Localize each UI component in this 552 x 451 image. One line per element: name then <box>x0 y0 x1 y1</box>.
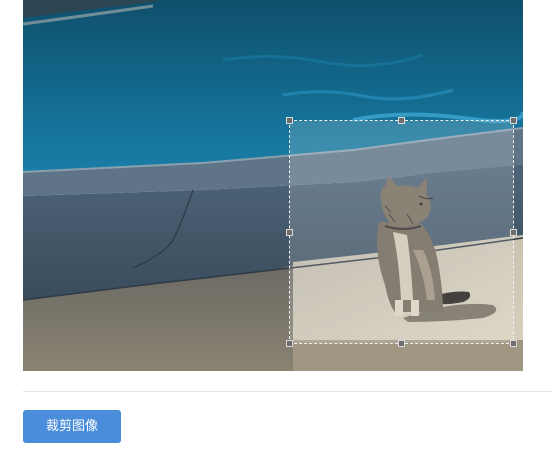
crop-handle-bottom-left[interactable] <box>286 340 293 347</box>
crop-image-button[interactable]: 裁剪图像 <box>23 410 121 443</box>
crop-selection-highlight <box>290 121 513 343</box>
section-divider <box>23 391 552 392</box>
crop-handle-right[interactable] <box>510 229 517 236</box>
crop-handle-top-left[interactable] <box>286 117 293 124</box>
crop-handle-top-right[interactable] <box>510 117 517 124</box>
crop-handle-bottom-right[interactable] <box>510 340 517 347</box>
crop-handle-bottom[interactable] <box>398 340 405 347</box>
crop-selection-box[interactable] <box>286 117 517 347</box>
image-crop-stage[interactable] <box>23 0 523 371</box>
crop-handle-top[interactable] <box>398 117 405 124</box>
crop-handle-left[interactable] <box>286 229 293 236</box>
